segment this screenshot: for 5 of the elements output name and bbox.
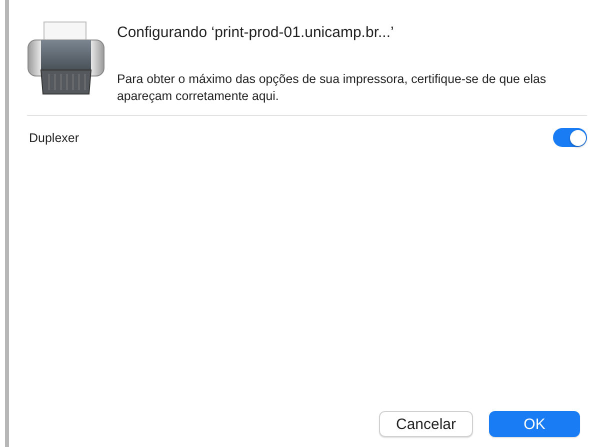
dialog-title: Configurando ‘print-prod-01.unicamp.br...’ [117, 24, 395, 41]
ok-button[interactable]: OK [489, 411, 580, 437]
option-label: Duplexer [29, 130, 80, 144]
dialog-description: Para obter o máximo das opções de sua impressora, certifique-se de que elas apareçam corretamente aqui. [117, 71, 548, 105]
cancel-button[interactable]: Cancelar [379, 411, 473, 437]
